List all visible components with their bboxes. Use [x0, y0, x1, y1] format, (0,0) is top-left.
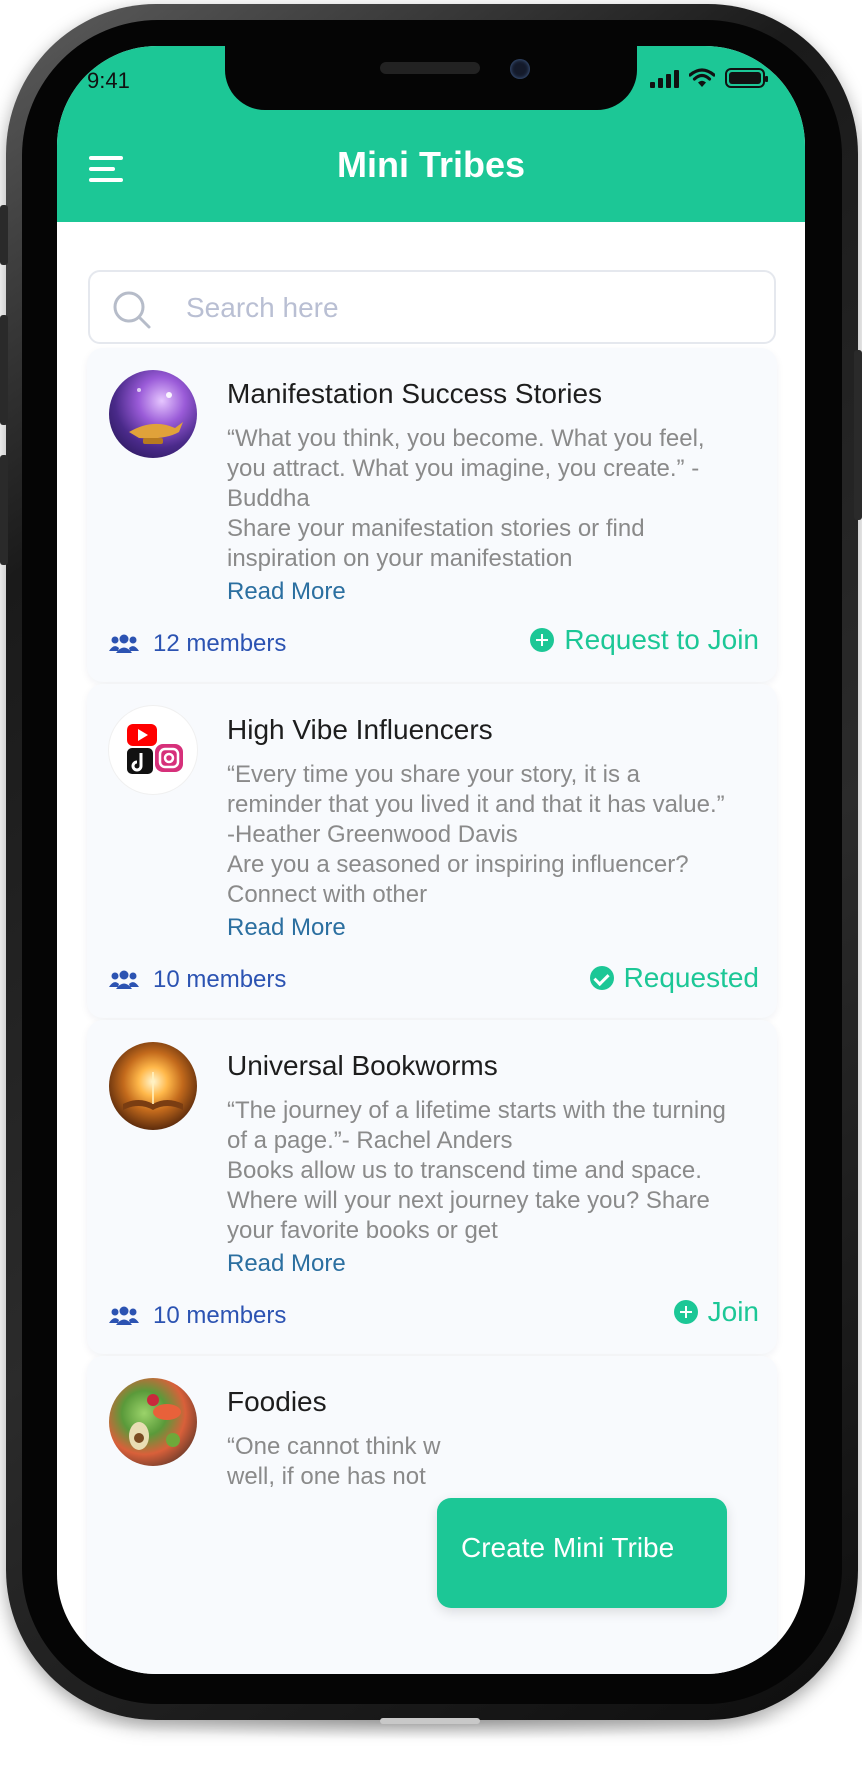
read-more-link[interactable]: Read More — [227, 914, 346, 942]
read-more-link[interactable]: Read More — [227, 1250, 346, 1278]
screen: 9:41 Mini Tribes Search here Manifestati… — [57, 46, 805, 1674]
action-label: Requested — [623, 962, 759, 993]
battery-level — [729, 72, 761, 84]
tribe-description: “The journey of a lifetime starts with t… — [227, 1096, 727, 1246]
action-label: Request to Join — [564, 624, 759, 655]
search-bar[interactable] — [88, 270, 776, 344]
tribe-card[interactable]: High Vibe Influencers “Every time you sh… — [87, 684, 777, 1018]
tribe-title: Manifestation Success Stories — [227, 378, 603, 409]
members-count: 10 members — [109, 1302, 286, 1330]
plus-circle-icon — [530, 628, 555, 652]
healthy-food-avatar — [109, 1378, 197, 1466]
users-icon — [109, 970, 139, 989]
read-more-link[interactable]: Read More — [227, 578, 346, 606]
glowing-book-avatar — [109, 1042, 197, 1130]
social-media-logos-icon — [127, 724, 183, 774]
action-label: Join — [707, 1296, 759, 1327]
members-label: 12 members — [153, 630, 287, 657]
tribe-card[interactable]: Manifestation Success Stories “What you … — [87, 348, 777, 682]
status-time: 9:41 — [87, 68, 130, 93]
magic-lamp-icon — [129, 388, 183, 444]
tribe-title: Foodies — [227, 1386, 327, 1417]
members-count: 12 members — [109, 630, 286, 658]
food-icon — [129, 1394, 181, 1450]
users-icon — [109, 1306, 139, 1325]
join-button[interactable]: Join — [673, 1296, 759, 1328]
search-input[interactable] — [186, 286, 746, 330]
open-book-icon — [123, 1072, 183, 1110]
tribe-title: Universal Bookworms — [227, 1050, 498, 1081]
power-button — [854, 350, 862, 520]
tribe-description-text: “Every time you share your story, it is … — [227, 761, 725, 908]
home-indicator — [380, 1718, 480, 1724]
front-camera — [510, 59, 530, 79]
magic-lamp-avatar — [109, 370, 197, 458]
volume-up-button — [0, 315, 8, 425]
signal-icon — [650, 68, 679, 88]
speaker-grille — [380, 62, 480, 74]
tribe-description: “What you think, you become. What you fe… — [227, 424, 727, 574]
tribe-title: High Vibe Influencers — [227, 714, 493, 745]
mute-switch — [0, 205, 8, 265]
page-title: Mini Tribes — [336, 144, 526, 185]
tribe-description-text: “What you think, you become. What you fe… — [227, 425, 705, 572]
status-icons — [650, 68, 768, 88]
users-icon — [109, 634, 139, 653]
tribe-description: “Every time you share your story, it is … — [227, 760, 727, 910]
members-label: 10 members — [153, 1302, 287, 1329]
battery-icon — [725, 68, 768, 88]
tribe-card[interactable]: Universal Bookworms “The journey of a li… — [87, 1020, 777, 1354]
tribe-description-text: “The journey of a lifetime starts with t… — [227, 1097, 726, 1244]
members-count: 10 members — [109, 966, 286, 994]
tribe-description-text: “One cannot think w well, if one has not — [227, 1433, 441, 1490]
members-label: 10 members — [153, 966, 287, 993]
requested-status-button[interactable]: Requested — [589, 962, 759, 994]
check-circle-icon — [589, 966, 614, 990]
phone-notch — [225, 46, 637, 110]
plus-circle-icon — [673, 1300, 698, 1324]
volume-down-button — [0, 455, 8, 565]
wifi-icon — [689, 68, 715, 87]
social-media-avatar — [109, 706, 197, 794]
request-to-join-button[interactable]: Request to Join — [530, 624, 759, 656]
create-mini-tribe-button[interactable]: Create Mini Tribe — [437, 1498, 727, 1608]
search-icon — [113, 291, 151, 329]
